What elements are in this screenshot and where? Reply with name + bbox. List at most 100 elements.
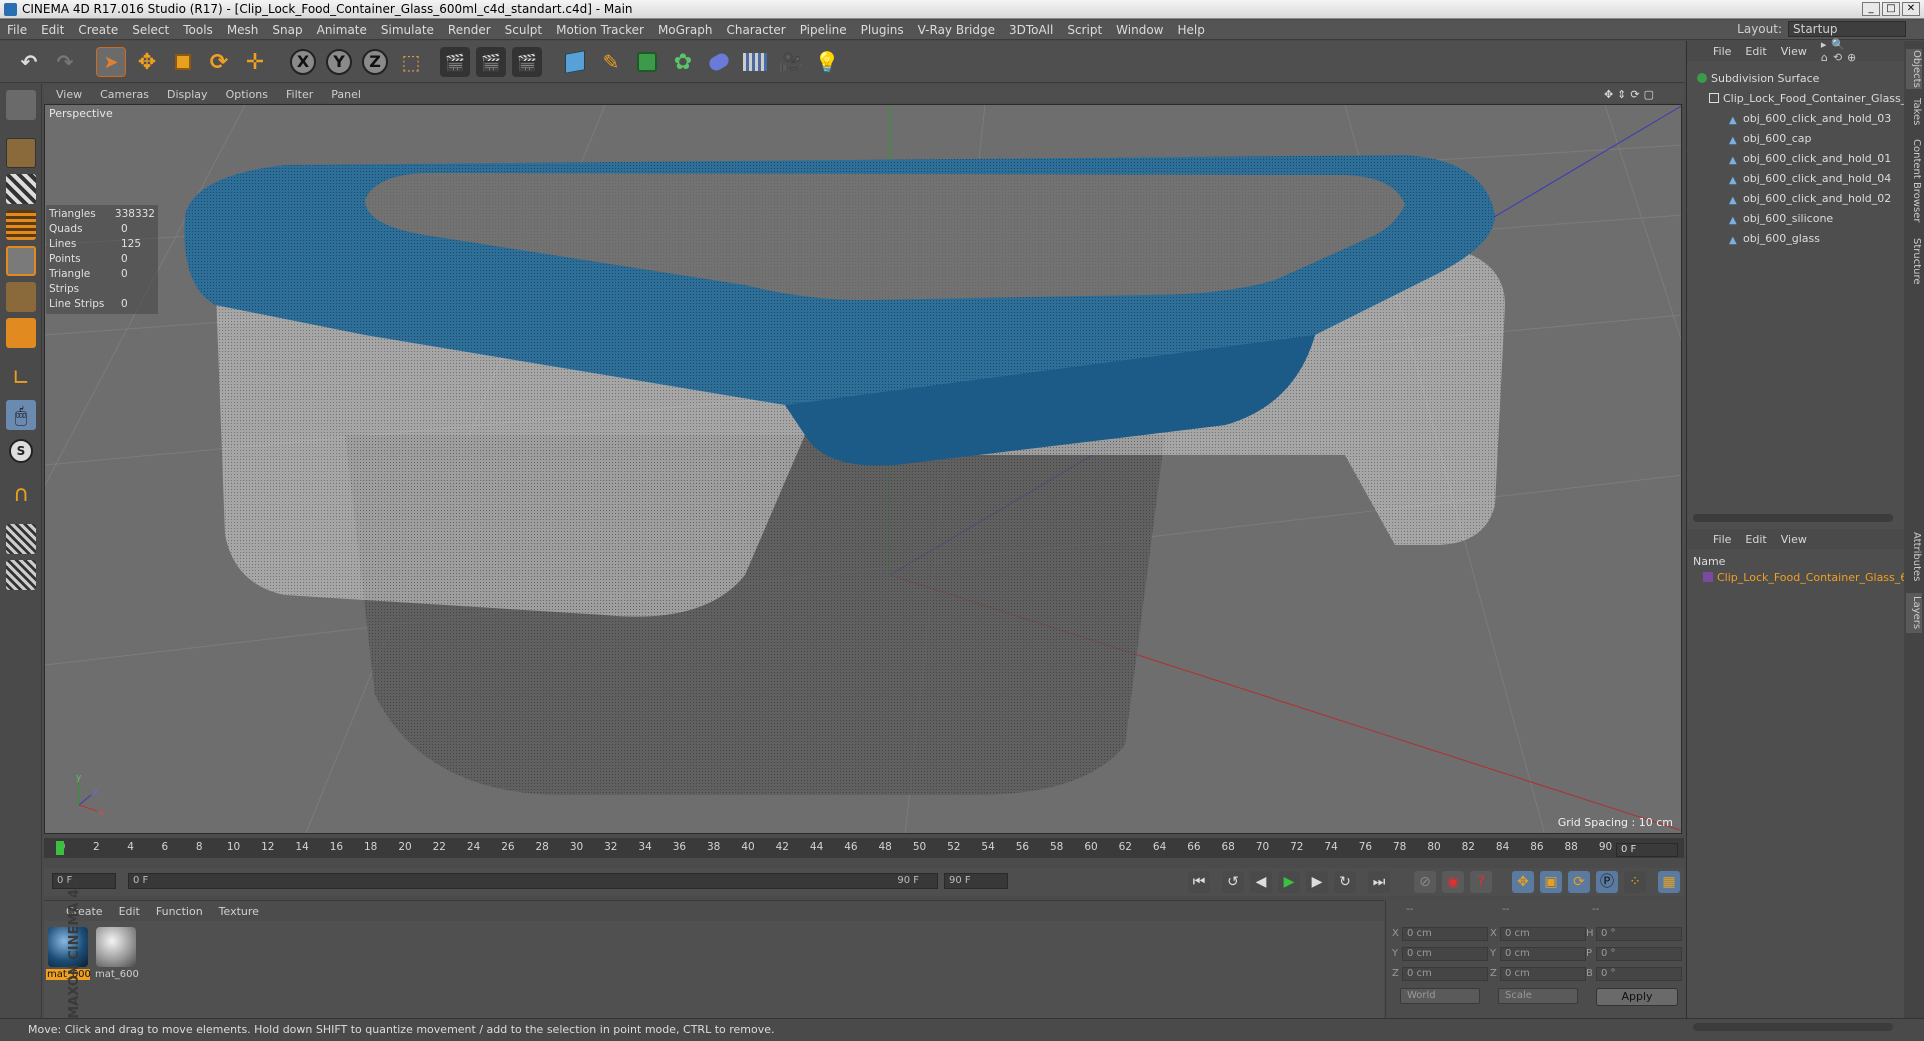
menu-help[interactable]: Help xyxy=(1170,23,1211,37)
viewport-menu-view[interactable]: View xyxy=(56,88,82,101)
tab-structure[interactable]: Structure xyxy=(1906,233,1922,289)
tab-content-browser[interactable]: Content Browser xyxy=(1906,135,1922,227)
viewport-menu-cameras[interactable]: Cameras xyxy=(100,88,149,101)
object-row-click-hold-01[interactable]: ▲ obj_600_click_and_hold_01 xyxy=(1729,152,1891,166)
menu-3dtoall[interactable]: 3DToAll xyxy=(1002,23,1060,37)
size-z-field[interactable]: 0 cm xyxy=(1500,967,1586,981)
object-row-glass[interactable]: ▲ obj_600_glass xyxy=(1729,232,1820,246)
x-axis-lock[interactable]: X xyxy=(288,47,318,77)
layer-row-container[interactable]: Clip_Lock_Food_Container_Glass_60 xyxy=(1703,571,1914,584)
record-keys-icon[interactable]: ⊘ xyxy=(1414,871,1436,893)
keyframe-selection-icon[interactable]: ? xyxy=(1470,871,1492,893)
magnet-icon[interactable]: ∩ xyxy=(6,480,36,510)
apply-button[interactable]: Apply xyxy=(1596,988,1678,1006)
menu-mograph[interactable]: MoGraph xyxy=(651,23,720,37)
y-axis-lock[interactable]: Y xyxy=(324,47,354,77)
layer-manager-scrollbar[interactable] xyxy=(1693,1023,1893,1031)
position-y-field[interactable]: 0 cm xyxy=(1402,947,1488,961)
menu-pipeline[interactable]: Pipeline xyxy=(793,23,854,37)
menu-plugins[interactable]: Plugins xyxy=(854,23,911,37)
render-picture-viewer-icon[interactable]: 🎬 xyxy=(476,47,506,77)
pen-spline-icon[interactable]: ✎ xyxy=(596,47,626,77)
coordinate-space-dropdown[interactable]: World xyxy=(1400,988,1480,1004)
size-mode-dropdown[interactable]: Scale xyxy=(1498,988,1578,1004)
floor-object-icon[interactable] xyxy=(740,47,770,77)
tab-takes[interactable]: Takes xyxy=(1906,95,1922,129)
rotate-tool-icon[interactable]: ⟳ xyxy=(204,47,234,77)
perspective-viewport[interactable]: y x z Perspective Triangles 338332 Quads 0… xyxy=(44,104,1682,834)
next-frame-icon[interactable]: ▶ xyxy=(1306,871,1328,893)
viewport-menu-filter[interactable]: Filter xyxy=(286,88,313,101)
cube-object-icon[interactable] xyxy=(560,47,590,77)
objects-menu-file[interactable]: File xyxy=(1713,45,1731,58)
position-z-field[interactable]: 0 cm xyxy=(1402,967,1488,981)
layout-dropdown[interactable]: Startup xyxy=(1788,21,1906,37)
move-tool-icon[interactable]: ✥ xyxy=(132,47,162,77)
current-frame-field[interactable]: 0 F xyxy=(1616,843,1678,857)
camera-icon[interactable]: 🎥 xyxy=(776,47,806,77)
objects-toolbar-icons[interactable]: ▸🔍⌂⟲⊕ xyxy=(1821,38,1890,64)
object-row-click-hold-04[interactable]: ▲ obj_600_click_and_hold_04 xyxy=(1729,172,1891,186)
menu-edit[interactable]: Edit xyxy=(34,23,71,37)
end-frame-field[interactable]: 90 F xyxy=(944,873,1008,889)
viewport-menu-panel[interactable]: Panel xyxy=(331,88,361,101)
menu-character[interactable]: Character xyxy=(719,23,792,37)
objects-menu-view[interactable]: View xyxy=(1781,45,1807,58)
scale-tool-icon[interactable] xyxy=(168,47,198,77)
menu-mesh[interactable]: Mesh xyxy=(220,23,266,37)
tweak-mode-icon[interactable]: 🖱 xyxy=(6,400,36,430)
viewport-nav-icons[interactable]: ✥⇕⟳▢ xyxy=(1604,88,1658,101)
make-editable-icon[interactable] xyxy=(6,90,36,120)
edges-mode-icon[interactable] xyxy=(6,282,36,312)
menu-motion-tracker[interactable]: Motion Tracker xyxy=(549,23,651,37)
timeline-window-icon[interactable]: ▦ xyxy=(1658,871,1680,893)
size-y-field[interactable]: 0 cm xyxy=(1500,947,1586,961)
z-axis-lock[interactable]: Z xyxy=(360,47,390,77)
menu-snap[interactable]: Snap xyxy=(265,23,309,37)
model-mode-icon[interactable] xyxy=(6,138,36,168)
layers-menu-view[interactable]: View xyxy=(1781,533,1807,546)
goto-start-icon[interactable]: ⏮ xyxy=(1188,871,1210,893)
point-level-icon[interactable]: ⁘ xyxy=(1624,871,1646,893)
coordinate-system-icon[interactable]: ⬚ xyxy=(396,47,426,77)
render-view-icon[interactable]: 🎬 xyxy=(440,47,470,77)
locked-workplane-icon[interactable] xyxy=(6,524,36,554)
workplane-mode-icon[interactable] xyxy=(6,210,36,240)
auto-keying-icon[interactable]: ◉ xyxy=(1442,871,1464,893)
undo-icon[interactable]: ↶ xyxy=(14,47,44,77)
menu-simulate[interactable]: Simulate xyxy=(374,23,441,37)
viewport-menu-display[interactable]: Display xyxy=(167,88,208,101)
menu-sculpt[interactable]: Sculpt xyxy=(498,23,549,37)
axis-mode-icon[interactable]: ∟ xyxy=(6,364,36,394)
recent-tool-icon[interactable]: ✛ xyxy=(240,47,270,77)
rotation-key-icon[interactable]: ⟳ xyxy=(1568,871,1590,893)
material-menu-edit[interactable]: Edit xyxy=(119,905,140,918)
menu-script[interactable]: Script xyxy=(1060,23,1109,37)
menu-render[interactable]: Render xyxy=(441,23,498,37)
maximize-button[interactable]: □ xyxy=(1882,2,1900,16)
menu-create[interactable]: Create xyxy=(71,23,125,37)
rotation-b-field[interactable]: 0 ° xyxy=(1596,967,1682,981)
subdivision-surface-icon[interactable] xyxy=(632,47,662,77)
menu-file[interactable]: File xyxy=(0,23,34,37)
redo-icon[interactable]: ↷ xyxy=(50,47,80,77)
menu-vray-bridge[interactable]: V-Ray Bridge xyxy=(911,23,1002,37)
material-menu-function[interactable]: Function xyxy=(156,905,203,918)
rotation-h-field[interactable]: 0 ° xyxy=(1596,927,1682,941)
object-row-container-null[interactable]: Clip_Lock_Food_Container_Glass_6 xyxy=(1709,92,1913,105)
previous-frame-icon[interactable]: ◀ xyxy=(1250,871,1272,893)
polygons-mode-icon[interactable] xyxy=(6,318,36,348)
close-button[interactable]: ✕ xyxy=(1902,2,1920,16)
next-key-icon[interactable]: ↻ xyxy=(1334,871,1356,893)
live-selection-icon[interactable]: ➤ xyxy=(96,47,126,77)
tab-layers[interactable]: Layers xyxy=(1906,593,1922,633)
parameter-key-icon[interactable]: Ⓟ xyxy=(1596,871,1618,893)
material-swatch-2[interactable]: mat_600 xyxy=(94,927,139,980)
tab-objects[interactable]: Objects xyxy=(1906,49,1922,89)
goto-end-icon[interactable]: ⏭ xyxy=(1368,871,1390,893)
scale-key-icon[interactable]: ▣ xyxy=(1540,871,1562,893)
previous-key-icon[interactable]: ↺ xyxy=(1222,871,1244,893)
menu-animate[interactable]: Animate xyxy=(310,23,374,37)
render-settings-icon[interactable]: 🎬 xyxy=(512,47,542,77)
timeline-playhead[interactable] xyxy=(56,841,64,855)
